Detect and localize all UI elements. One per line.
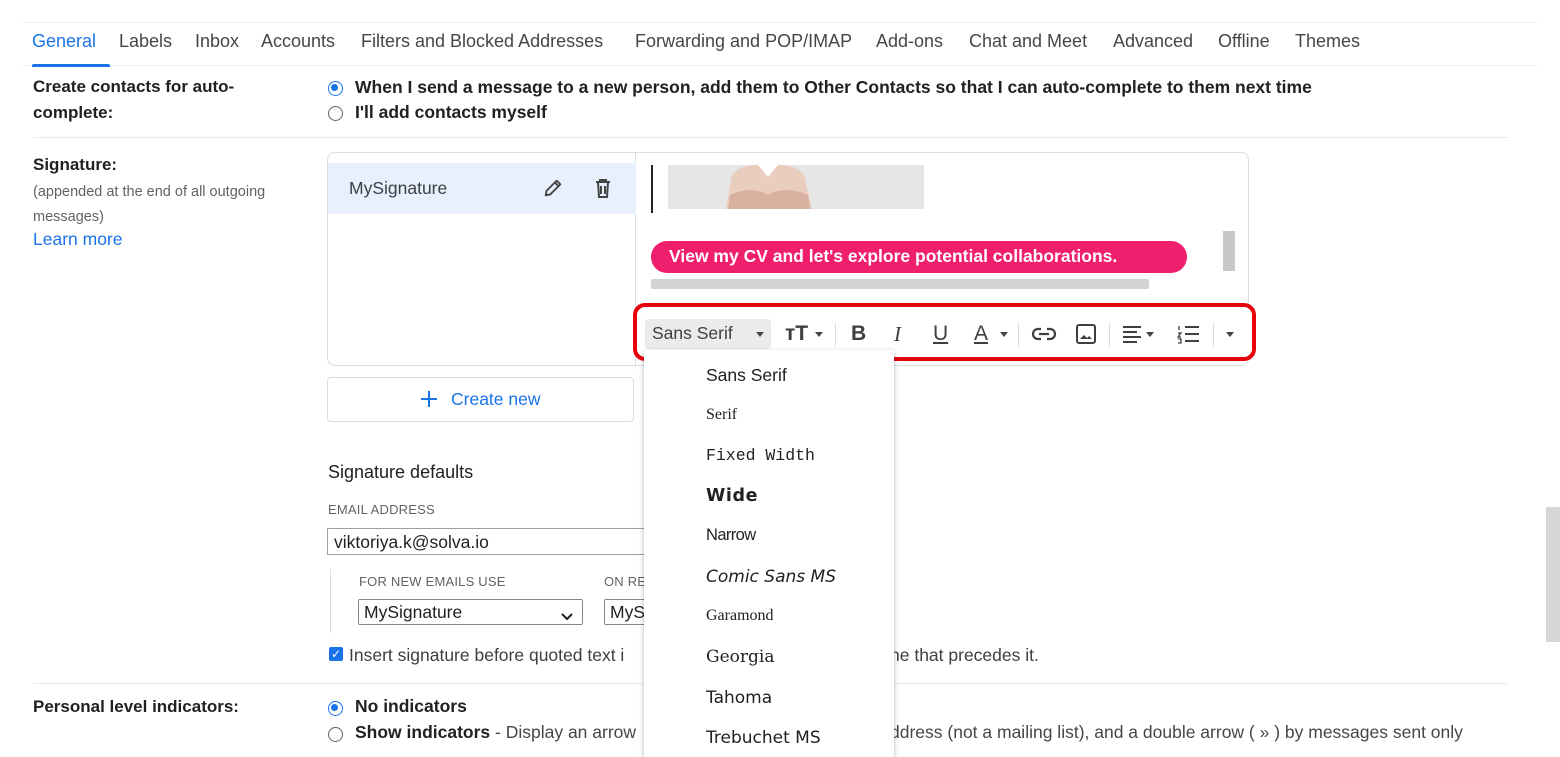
caret-down-icon — [1000, 332, 1008, 337]
contacts-label: Create contacts for auto- complete: — [33, 74, 234, 126]
font-family-menu: Sans Serif Serif Fixed Width Wide Narrow… — [644, 350, 894, 757]
contacts-label-line1: Create contacts for auto- — [33, 77, 235, 96]
signature-sublabel-line2: messages) — [33, 209, 104, 225]
font-option-wide[interactable]: Wide — [706, 486, 758, 506]
underline-icon[interactable]: U — [933, 321, 948, 347]
caret-down-icon — [756, 332, 764, 337]
font-option-narrow[interactable]: Narrow — [706, 526, 756, 545]
manual-contacts-radio[interactable] — [328, 106, 343, 121]
font-size-icon[interactable]: тT — [785, 321, 808, 347]
font-family-select[interactable]: Sans Serif — [645, 319, 771, 349]
signature-list-item[interactable]: MySignature — [328, 163, 636, 214]
italic-icon[interactable]: I — [894, 321, 901, 347]
tab-offline[interactable]: Offline — [1218, 31, 1270, 52]
show-indicators-bold: Show indicators — [355, 722, 491, 742]
email-address-label: EMAIL ADDRESS — [328, 502, 435, 517]
contacts-label-line2: complete: — [33, 103, 114, 122]
show-indicators-label[interactable]: Show indicators - Display an arrow — [355, 722, 636, 743]
tab-accounts[interactable]: Accounts — [261, 31, 335, 52]
new-emails-select-value: MySignature — [364, 602, 463, 622]
bold-icon[interactable]: B — [851, 321, 866, 347]
toolbar-separator — [1213, 323, 1214, 347]
reply-select-value: MyS — [610, 602, 645, 622]
font-option-sans-serif[interactable]: Sans Serif — [706, 365, 787, 386]
new-emails-label: FOR NEW EMAILS USE — [359, 574, 506, 589]
signature-placeholder-bar — [651, 279, 1149, 289]
signature-list: MySignature — [328, 153, 636, 365]
show-indicators-desc: - Display an arrow — [490, 722, 637, 742]
text-color-icon[interactable]: A — [974, 321, 988, 347]
font-option-serif[interactable]: Serif — [706, 406, 737, 424]
trash-icon[interactable] — [593, 177, 613, 204]
font-option-comic-sans[interactable]: Comic Sans MS — [706, 567, 836, 587]
tab-filters[interactable]: Filters and Blocked Addresses — [361, 31, 603, 52]
page-scrollbar[interactable] — [1546, 507, 1560, 642]
reply-signature-select[interactable]: MyS — [604, 599, 646, 625]
align-icon[interactable] — [1121, 324, 1143, 349]
pencil-icon[interactable] — [542, 177, 564, 204]
manual-contacts-label[interactable]: I'll add contacts myself — [355, 102, 547, 123]
signature-sublabel: (appended at the end of all outgoing mes… — [33, 180, 265, 230]
section-divider — [33, 137, 1508, 138]
numbered-list-icon[interactable] — [1176, 324, 1201, 349]
font-family-value: Sans Serif — [652, 323, 733, 343]
plus-icon — [418, 388, 440, 415]
caret-down-icon — [1146, 332, 1154, 337]
caret-down-icon — [815, 332, 823, 337]
auto-add-contacts-radio[interactable] — [328, 81, 343, 96]
signature-defaults-title: Signature defaults — [328, 462, 474, 482]
tab-labels[interactable]: Labels — [119, 31, 172, 52]
more-options-icon[interactable] — [1226, 332, 1234, 337]
new-emails-signature-select[interactable]: MySignature — [358, 599, 583, 625]
on-reply-label: ON RE — [604, 574, 647, 589]
tab-forwarding[interactable]: Forwarding and POP/IMAP — [635, 31, 852, 52]
tab-addons[interactable]: Add-ons — [876, 31, 943, 52]
tab-inbox[interactable]: Inbox — [195, 31, 239, 52]
toolbar-separator — [1018, 323, 1019, 347]
email-address-select[interactable]: viktoriya.k@solva.io — [327, 528, 652, 555]
show-indicators-radio[interactable] — [328, 727, 343, 742]
no-indicators-radio[interactable] — [328, 701, 343, 716]
editor-scrollbar[interactable] — [1223, 231, 1235, 271]
tab-advanced[interactable]: Advanced — [1113, 31, 1193, 52]
personal-indicators-label: Personal level indicators: — [33, 697, 239, 716]
defaults-vertical-line — [330, 569, 331, 633]
view-cv-button[interactable]: View my CV and let's explore potential c… — [651, 241, 1187, 273]
auto-add-contacts-label[interactable]: When I send a message to a new person, a… — [355, 77, 1312, 98]
settings-tabs: General Labels Inbox Accounts Filters an… — [22, 22, 1537, 67]
text-cursor — [651, 165, 653, 213]
font-option-fixed-width[interactable]: Fixed Width — [706, 446, 815, 465]
create-new-signature-button[interactable]: Create new — [327, 377, 634, 422]
insert-image-icon[interactable] — [1075, 323, 1097, 350]
no-indicators-label[interactable]: No indicators — [355, 696, 467, 717]
active-tab-indicator — [32, 64, 110, 67]
tab-general[interactable]: General — [32, 31, 96, 52]
signature-sublabel-line1: (appended at the end of all outgoing — [33, 184, 266, 200]
insert-before-quoted-label: Insert signature before quoted text i — [349, 645, 625, 665]
signature-item-name: MySignature — [349, 178, 448, 198]
font-option-trebuchet[interactable]: Trebuchet MS — [706, 728, 821, 748]
toolbar-separator — [835, 323, 836, 347]
font-option-garamond[interactable]: Garamond — [706, 607, 774, 625]
tab-chat-meet[interactable]: Chat and Meet — [969, 31, 1087, 52]
insert-before-quoted-label-end: ne that precedes it. — [890, 645, 1039, 665]
show-indicators-desc-end: ddress (not a mailing list), and a doubl… — [890, 722, 1463, 742]
toolbar-separator — [1109, 323, 1110, 347]
font-option-tahoma[interactable]: Tahoma — [706, 688, 772, 708]
font-option-georgia[interactable]: Georgia — [706, 647, 774, 667]
create-new-label: Create new — [451, 389, 541, 409]
tab-themes[interactable]: Themes — [1295, 31, 1360, 52]
insert-before-quoted-checkbox[interactable]: ✓ — [329, 647, 343, 661]
link-icon[interactable] — [1031, 324, 1057, 349]
signature-photo — [668, 165, 924, 209]
chevron-down-icon — [560, 606, 574, 624]
signature-label: Signature: — [33, 155, 118, 174]
learn-more-link[interactable]: Learn more — [33, 229, 123, 250]
